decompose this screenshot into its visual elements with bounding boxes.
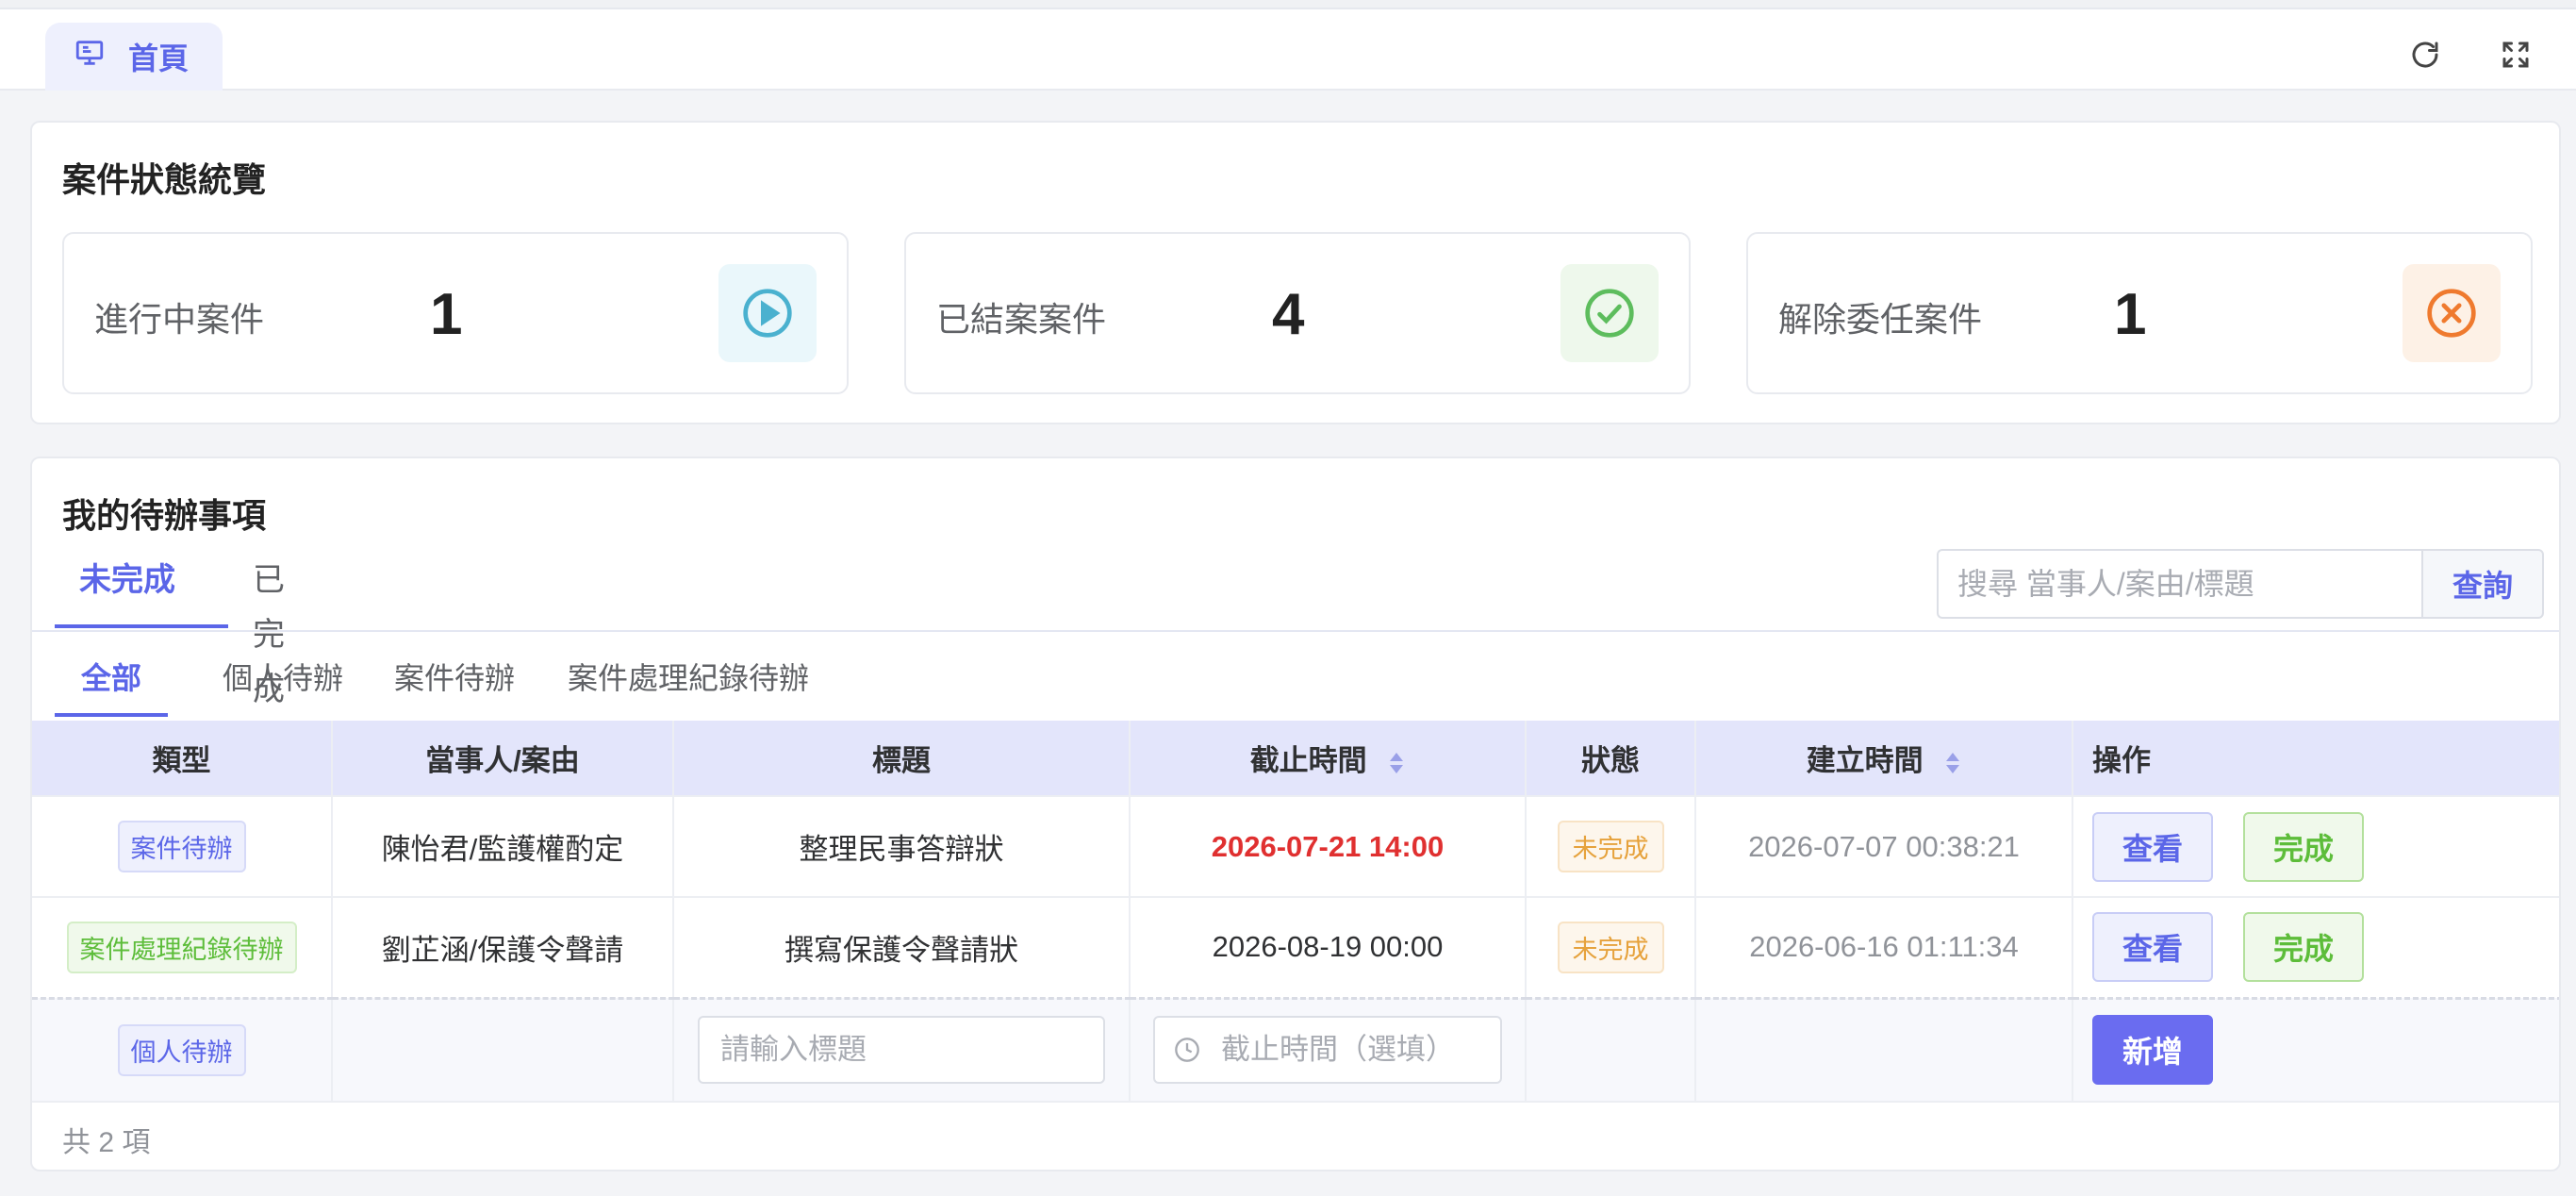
empty-cell: [1526, 996, 1696, 1103]
stat-value: 1: [2114, 282, 2147, 347]
tab-home-label: 首頁: [128, 42, 190, 75]
column-header: 當事人/案由: [332, 721, 674, 797]
actions-cell: 查看 完成: [2072, 796, 2559, 898]
type-tag: 案件待辦: [117, 821, 246, 872]
status-overview-card: 案件狀態統覽 進行中案件 1 已結案案件 4 解除委任案件 1: [30, 121, 2561, 424]
status-badge: 未完成: [1557, 821, 1664, 872]
stat-card-closed: 已結案案件 4: [904, 232, 1691, 394]
view-button[interactable]: 查看: [2092, 912, 2213, 983]
total-count: 共 2 項: [62, 1127, 151, 1158]
sort-icon[interactable]: [1944, 751, 1961, 775]
fullscreen-button[interactable]: [2497, 38, 2535, 75]
table-row: 案件處理紀錄待辦 劉芷涵/保護令聲請 撰寫保護令聲請狀 2026-08-19 0…: [32, 897, 2559, 999]
column-header-deadline[interactable]: 截止時間: [1130, 721, 1527, 797]
new-title-input[interactable]: [698, 1016, 1105, 1085]
stat-value: 1: [430, 282, 463, 347]
column-header: 狀態: [1526, 721, 1696, 797]
close-circle-icon: [2403, 264, 2501, 362]
subtab-all[interactable]: 全部: [55, 641, 169, 717]
deadline-cell: 2026-08-19 00:00: [1130, 897, 1527, 999]
deadline-input[interactable]: [1153, 1016, 1502, 1085]
refresh-button[interactable]: [2406, 38, 2444, 75]
complete-button[interactable]: 完成: [2243, 811, 2364, 882]
column-header: 操作: [2072, 721, 2559, 797]
table-row: 案件待辦 陳怡君/監護權酌定 整理民事答辯狀 2026-07-21 14:00 …: [32, 796, 2559, 898]
tab-incomplete[interactable]: 未完成: [55, 553, 228, 628]
subtab-personal[interactable]: 個人待辦: [196, 641, 370, 717]
top-strip: [0, 0, 2576, 9]
subtab-case[interactable]: 案件待辦: [368, 641, 541, 717]
status-badge: 未完成: [1557, 921, 1664, 973]
stat-card-terminated: 解除委任案件 1: [1746, 232, 2533, 394]
new-todo-row: 個人待辦 新增: [32, 996, 2559, 1103]
todo-table: 類型 當事人/案由 標題 截止時間 狀態 建立時間 操作 案件待辦 陳怡君/監護…: [32, 721, 2559, 1103]
monitor-icon: [74, 37, 106, 76]
todo-title: 我的待辦事項: [62, 496, 267, 535]
todo-card: 我的待辦事項 未完成 已完成 查詢 全部 個人待辦 案件待辦 案件處理紀錄待辦 …: [30, 457, 2561, 1171]
table-header-row: 類型 當事人/案由 標題 截止時間 狀態 建立時間 操作: [32, 721, 2559, 797]
complete-button[interactable]: 完成: [2243, 912, 2364, 983]
fullscreen-icon: [2499, 38, 2533, 76]
created-cell: 2026-07-07 00:38:21: [1695, 796, 2073, 898]
deadline-cell: 2026-07-21 14:00: [1130, 796, 1527, 898]
subtab-case-record[interactable]: 案件處理紀錄待辦: [541, 641, 835, 717]
check-circle-icon: [1560, 264, 1659, 362]
party-cell: 劉芷涵/保護令聲請: [332, 897, 674, 999]
view-button[interactable]: 查看: [2092, 811, 2213, 882]
column-header: 類型: [32, 721, 333, 797]
type-tag: 案件處理紀錄待辦: [66, 921, 297, 973]
search-input[interactable]: [1937, 549, 2421, 619]
actions-cell: 新增: [2072, 996, 2559, 1103]
add-button[interactable]: 新增: [2092, 1015, 2213, 1086]
type-tag: 個人待辦: [117, 1023, 246, 1076]
empty-cell: [332, 996, 674, 1103]
title-cell: 撰寫保護令聲請狀: [673, 897, 1131, 999]
refresh-icon: [2408, 38, 2442, 76]
stat-label: 已結案案件: [936, 300, 1107, 339]
title-cell: 整理民事答辯狀: [673, 796, 1131, 898]
play-circle-icon: [718, 264, 817, 362]
stat-label: 進行中案件: [94, 300, 265, 339]
deadline-picker: [1153, 1016, 1502, 1085]
stat-card-in-progress: 進行中案件 1: [62, 232, 849, 394]
clock-icon: [1175, 1038, 1199, 1063]
party-cell: 陳怡君/監護權酌定: [332, 796, 674, 898]
sort-icon[interactable]: [1388, 751, 1405, 775]
actions-cell: 查看 完成: [2072, 897, 2559, 999]
created-cell: 2026-06-16 01:11:34: [1695, 897, 2073, 999]
tab-bar: 首頁: [0, 9, 2576, 91]
empty-cell: [1695, 996, 2073, 1103]
tabs-divider: [32, 630, 2559, 632]
column-header-created[interactable]: 建立時間: [1695, 721, 2073, 797]
status-overview-title: 案件狀態統覽: [62, 160, 267, 199]
stat-label: 解除委任案件: [1778, 300, 1983, 339]
column-header-label: 建立時間: [1806, 744, 1924, 777]
search-button[interactable]: 查詢: [2421, 549, 2544, 619]
stat-value: 4: [1272, 282, 1305, 347]
column-header-label: 截止時間: [1249, 744, 1367, 777]
tab-completed[interactable]: 已完成: [228, 553, 309, 707]
column-header: 標題: [673, 721, 1131, 797]
tab-home[interactable]: 首頁: [45, 23, 223, 91]
